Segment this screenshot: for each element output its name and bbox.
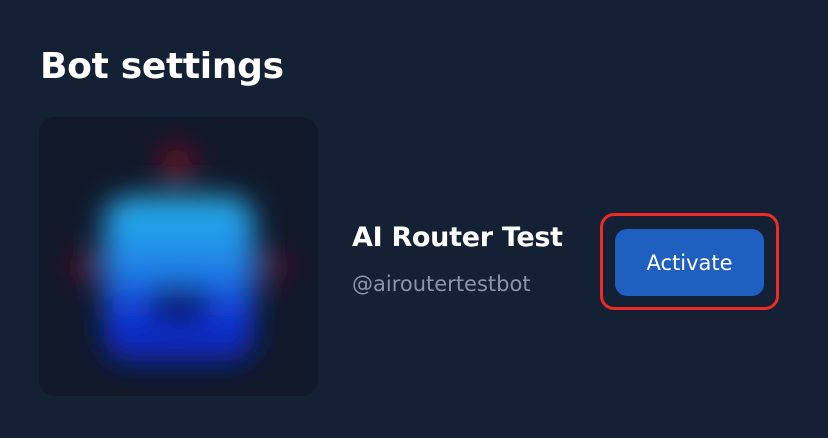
robot-avatar-icon <box>70 146 288 362</box>
bot-handle: @airoutertestbot <box>352 272 531 296</box>
bot-avatar <box>39 117 318 396</box>
activate-button[interactable]: Activate <box>615 229 764 296</box>
bot-name: AI Router Test <box>352 222 563 253</box>
page-title: Bot settings <box>40 46 284 87</box>
